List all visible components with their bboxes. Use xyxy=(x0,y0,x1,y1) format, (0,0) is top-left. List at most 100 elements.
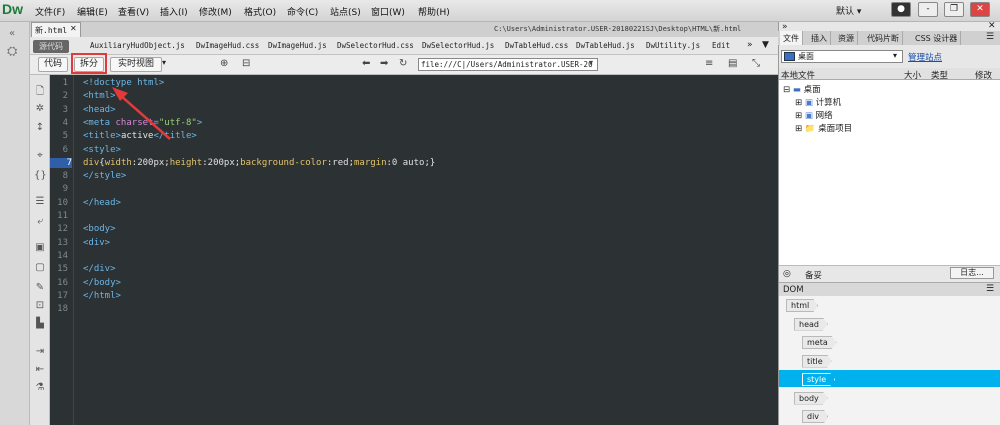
collapse-icon[interactable]: « xyxy=(9,28,15,39)
line-number: 3 xyxy=(62,104,68,115)
manage-sites-link[interactable]: 管理站点 xyxy=(908,51,942,63)
outdent-icon[interactable]: ⇤ xyxy=(34,364,46,375)
sync-icon[interactable]: ● xyxy=(891,2,911,17)
related-file[interactable]: AuxiliaryHudObject.js xyxy=(90,41,185,50)
dom-menu-icon[interactable]: ☰ xyxy=(986,284,994,294)
dom-node-html[interactable]: html xyxy=(786,299,819,312)
tree-item[interactable]: ⊞ 📁 桌面项目 xyxy=(795,122,852,134)
log-button[interactable]: 日志... xyxy=(950,267,994,279)
minimize-button[interactable]: - xyxy=(918,2,938,17)
code-view-button[interactable]: 代码 xyxy=(38,57,68,72)
wrap-tag-icon[interactable]: ✎ xyxy=(34,282,46,293)
tab-insert[interactable]: 插入 xyxy=(808,31,831,45)
live-view-button[interactable]: 实时视图 xyxy=(110,57,162,72)
live-view-dropdown-icon[interactable]: ▾ xyxy=(162,58,166,67)
code-line[interactable]: </style> xyxy=(83,171,126,181)
expand-icon[interactable]: ↕ xyxy=(34,122,46,133)
page-icon[interactable]: ▤ xyxy=(728,58,737,69)
uncomment-icon[interactable]: ▢ xyxy=(34,262,46,273)
menu-view[interactable]: 查看(V) xyxy=(118,5,149,18)
line-number: 8 xyxy=(62,171,68,182)
site-select[interactable]: 桌面 xyxy=(781,50,903,63)
collapse-toggle-icon[interactable]: ⊟ xyxy=(783,85,793,95)
related-file[interactable]: DwImageHud.js xyxy=(268,41,327,50)
menu-format[interactable]: 格式(O) xyxy=(244,5,276,18)
word-wrap-icon[interactable]: ⤶ xyxy=(34,216,46,227)
highlight-box xyxy=(71,53,107,74)
format-source-icon[interactable]: ⚗ xyxy=(34,382,46,393)
tree-item[interactable]: ⊞ ▣ 网络 xyxy=(795,109,833,121)
dom-node-title[interactable]: title xyxy=(802,354,832,368)
code-line[interactable]: </div> xyxy=(83,264,116,274)
code-token: 200px xyxy=(137,157,165,168)
panel-menu-icon[interactable]: ☰ xyxy=(986,32,994,42)
code-line[interactable]: <div> xyxy=(83,238,110,248)
code-line[interactable]: div{width:200px;height:200px;background-… xyxy=(83,158,435,168)
tab-css-designer[interactable]: CSS 设计器 xyxy=(912,31,962,45)
dom-node-meta[interactable]: meta xyxy=(802,336,837,349)
back-arrow-icon[interactable]: ⬅ xyxy=(362,58,370,69)
chevron-down-icon[interactable]: ▾ xyxy=(893,51,897,60)
workspace-switcher[interactable]: 默认 ▾ xyxy=(836,4,861,17)
collapse-tag-icon[interactable]: ✲ xyxy=(34,103,46,114)
expand-toggle-icon[interactable]: ⊞ xyxy=(795,98,805,108)
code-line[interactable]: </body> xyxy=(83,278,121,288)
preview-icon[interactable]: ⊟ xyxy=(242,58,250,69)
dom-node-body[interactable]: body xyxy=(794,391,828,405)
related-file[interactable]: DwSelectorHud.js xyxy=(422,41,494,50)
menu-file[interactable]: 文件(F) xyxy=(35,5,65,18)
dom-node-style[interactable]: style xyxy=(802,373,836,386)
related-file[interactable]: DwSelectorHud.css xyxy=(337,41,414,50)
code-line[interactable]: </html> xyxy=(83,291,121,301)
panel-close-icon[interactable]: ✕ xyxy=(988,21,996,31)
expand-toggle-icon[interactable]: ⊞ xyxy=(795,111,805,121)
address-field[interactable]: file:///C|/Users/Administrator.USER-20 xyxy=(418,58,598,71)
related-file[interactable]: DwImageHud.css xyxy=(196,41,259,50)
menu-edit[interactable]: 编辑(E) xyxy=(77,5,108,18)
pan-icon[interactable]: ⤡ xyxy=(752,58,760,69)
balance-braces-icon[interactable]: {} xyxy=(34,170,47,181)
tab-snippets[interactable]: 代码片断 xyxy=(864,31,903,45)
menu-site[interactable]: 站点(S) xyxy=(330,5,361,18)
code-line[interactable]: <body> xyxy=(83,224,116,234)
related-file[interactable]: DwUtility.js xyxy=(646,41,700,50)
maximize-button[interactable]: ❐ xyxy=(944,2,964,17)
open-documents-icon[interactable]: 🗋 xyxy=(34,84,46,101)
related-file[interactable]: DwTableHud.css xyxy=(505,41,568,50)
expand-toggle-icon[interactable]: ⊞ xyxy=(795,124,805,134)
align-icon[interactable]: ≡ xyxy=(705,58,713,69)
inspect-icon[interactable]: ⊕ xyxy=(220,58,228,69)
menu-commands[interactable]: 命令(C) xyxy=(287,5,318,18)
menu-modify[interactable]: 修改(M) xyxy=(199,5,232,18)
comment-icon[interactable]: ▣ xyxy=(34,242,46,253)
more-files-icon[interactable]: » xyxy=(747,40,753,50)
dom-node-div[interactable]: div xyxy=(802,410,829,423)
tree-item[interactable]: ⊟ ▬ 桌面 xyxy=(783,83,821,95)
menu-window[interactable]: 窗口(W) xyxy=(371,5,405,18)
code-token: </head> xyxy=(83,197,121,208)
desktop-icon xyxy=(784,52,795,61)
indent-icon[interactable]: ⇥ xyxy=(34,346,46,357)
dom-node-head[interactable]: head xyxy=(794,317,828,331)
source-code-button[interactable]: 源代码 xyxy=(33,40,69,53)
snippets-icon[interactable]: ⊡ xyxy=(34,300,46,311)
code-line[interactable]: </head> xyxy=(83,198,121,208)
close-button[interactable]: ✕ xyxy=(970,2,990,17)
filter-icon[interactable]: ▼ xyxy=(762,40,769,50)
menu-help[interactable]: 帮助(H) xyxy=(418,5,450,18)
document-tab-label: 新.html xyxy=(35,26,68,35)
move-css-icon[interactable]: ▙ xyxy=(34,318,46,329)
forward-arrow-icon[interactable]: ➡ xyxy=(380,58,388,69)
insert-panel-icon[interactable]: ⛭ xyxy=(7,44,17,59)
related-file[interactable]: Edit xyxy=(712,41,730,50)
close-tab-icon[interactable]: ✕ xyxy=(70,24,77,33)
menu-insert[interactable]: 插入(I) xyxy=(160,5,188,18)
address-dropdown-icon[interactable]: ▾ xyxy=(589,58,593,67)
tab-files[interactable]: 文件 xyxy=(780,31,803,45)
line-numbers-icon[interactable]: ☰ xyxy=(34,196,46,207)
related-file[interactable]: DwTableHud.js xyxy=(576,41,635,50)
refresh-icon[interactable]: ↻ xyxy=(399,58,407,69)
tree-item[interactable]: ⊞ ▣ 计算机 xyxy=(795,96,841,108)
select-parent-icon[interactable]: ⌖ xyxy=(34,150,46,161)
tab-assets[interactable]: 资源 xyxy=(835,31,858,45)
